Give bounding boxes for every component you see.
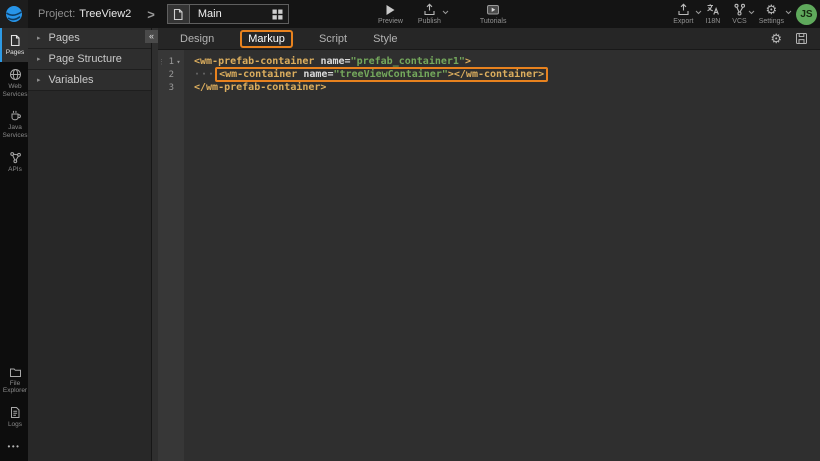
- markup-code-editor[interactable]: ⋮ 1 ▾ 2 3 <wm-prefab-container name="pre…: [158, 50, 820, 461]
- breadcrumb-chevron-icon: >: [147, 7, 155, 22]
- rail-item-web-services[interactable]: Web Services: [0, 62, 28, 104]
- preview-label: Preview: [378, 18, 403, 25]
- upload-icon: [423, 3, 436, 16]
- export-button[interactable]: Export: [673, 3, 693, 25]
- page-file-icon: [168, 5, 190, 23]
- gutter-line: 3: [158, 81, 184, 94]
- tutorials-button[interactable]: Tutorials: [480, 3, 507, 25]
- code-highlight-annotation: <wm-container name="treeViewContainer"><…: [215, 67, 548, 82]
- markup-highlight-annotation: Markup: [240, 30, 293, 48]
- publish-label: Publish: [418, 18, 441, 25]
- rail-item-file-explorer[interactable]: File Explorer: [0, 360, 28, 401]
- user-avatar[interactable]: JS: [796, 4, 817, 25]
- panel-section-label: Pages: [49, 32, 80, 44]
- vcs-button[interactable]: VCS: [732, 3, 746, 25]
- rail-label: Pages: [2, 49, 28, 57]
- save-icon[interactable]: [795, 32, 808, 45]
- rail-item-logs[interactable]: Logs: [0, 400, 28, 434]
- chevron-down-icon: [695, 10, 702, 15]
- panel-section-variables[interactable]: ▸ Variables: [28, 70, 151, 91]
- editor-gutter: ⋮ 1 ▾ 2 3: [158, 50, 184, 461]
- preview-button[interactable]: Preview: [378, 4, 403, 25]
- gear-icon: ⚙: [766, 3, 778, 16]
- open-page-tab-main[interactable]: Main: [167, 4, 289, 24]
- tutorials-label: Tutorials: [480, 18, 507, 25]
- publish-button[interactable]: Publish: [418, 3, 441, 25]
- line-number: 1: [165, 57, 174, 67]
- topbar-center-actions: Preview Publish Tutorials: [378, 0, 506, 28]
- rail-item-pages[interactable]: Pages: [0, 28, 28, 62]
- rail-label: File Explorer: [2, 380, 28, 396]
- page-tab-label: Main: [190, 8, 272, 20]
- markup-settings-gear-icon[interactable]: ⚙: [770, 32, 782, 45]
- chevron-down-icon: [785, 10, 792, 15]
- project-breadcrumb: Project: TreeView2: [38, 8, 131, 20]
- editor-region: Design Markup Script Style ⚙ ⋮ 1 ▾: [158, 28, 820, 461]
- rail-label: Logs: [2, 421, 28, 429]
- panel-section-label: Variables: [49, 74, 94, 86]
- rail-item-java-services[interactable]: Java Services: [0, 103, 28, 145]
- expand-triangle-icon: ▸: [37, 34, 41, 42]
- panel-section-page-structure[interactable]: ▸ Page Structure: [28, 49, 151, 70]
- gutter-marker-icon: ⋮: [158, 58, 165, 66]
- logs-document-icon: [9, 406, 21, 419]
- export-icon: [677, 3, 690, 16]
- topbar-right-actions: Export I18N VCS ⚙: [673, 0, 817, 28]
- left-rail: Pages Web Services Java Services APIs: [0, 28, 28, 461]
- top-bar: Project: TreeView2 > Main: [0, 0, 820, 28]
- fold-arrow-icon[interactable]: ▾: [174, 58, 183, 66]
- project-name: TreeView2: [79, 8, 131, 20]
- tab-script[interactable]: Script: [319, 33, 347, 45]
- expand-triangle-icon: ▸: [37, 55, 41, 63]
- indent-whitespace-dots: ···: [194, 69, 215, 80]
- code-line-3: </wm-prefab-container>: [194, 81, 820, 94]
- pages-panel: ▸ Pages ▸ Page Structure ▸ Variables: [28, 28, 152, 461]
- line-number: 3: [165, 83, 174, 93]
- chevron-down-icon: [748, 10, 755, 15]
- tab-design[interactable]: Design: [180, 33, 214, 45]
- rail-label: Java Services: [2, 124, 28, 140]
- rail-label: APIs: [2, 166, 28, 174]
- chevron-down-icon: [442, 10, 449, 15]
- panel-section-label: Page Structure: [49, 53, 122, 65]
- settings-label: Settings: [759, 18, 784, 25]
- gutter-line: 2: [158, 68, 184, 81]
- line-number: 2: [165, 70, 174, 80]
- translate-icon: [706, 3, 720, 16]
- panel-collapse-button[interactable]: «: [145, 30, 158, 43]
- editor-tabbar: Design Markup Script Style ⚙: [158, 28, 820, 50]
- play-icon: [385, 4, 396, 16]
- pages-grid-icon[interactable]: [272, 9, 283, 20]
- project-label: Project:: [38, 8, 75, 20]
- vcs-label: VCS: [732, 18, 746, 25]
- tab-style[interactable]: Style: [373, 33, 397, 45]
- tabbar-actions: ⚙: [770, 32, 808, 45]
- branch-icon: [733, 3, 746, 16]
- code-line-2: ···<wm-container name="treeViewContainer…: [194, 68, 820, 81]
- rail-item-apis[interactable]: APIs: [0, 145, 28, 179]
- i18n-button[interactable]: I18N: [706, 3, 721, 25]
- api-connector-icon: [9, 151, 22, 164]
- coffee-cup-icon: [9, 109, 22, 122]
- globe-icon: [9, 68, 22, 81]
- settings-button[interactable]: ⚙ Settings: [759, 3, 784, 25]
- video-icon: [486, 3, 500, 16]
- pages-icon: [9, 34, 21, 47]
- rail-spacer: [0, 179, 28, 360]
- rail-label: Web Services: [2, 83, 28, 99]
- wavemaker-studio: Project: TreeView2 > Main: [0, 0, 820, 461]
- wavemaker-logo[interactable]: [0, 0, 28, 28]
- folder-icon: [9, 366, 22, 378]
- rail-more-button[interactable]: •••: [0, 434, 28, 461]
- panel-section-pages[interactable]: ▸ Pages: [28, 28, 151, 49]
- expand-triangle-icon: ▸: [37, 76, 41, 84]
- gutter-line: ⋮ 1 ▾: [158, 55, 184, 68]
- export-label: Export: [673, 18, 693, 25]
- wavemaker-logo-icon: [5, 5, 23, 23]
- tab-markup[interactable]: Markup: [240, 30, 293, 48]
- i18n-label: I18N: [706, 18, 721, 25]
- code-area[interactable]: <wm-prefab-container name="prefab_contai…: [184, 50, 820, 461]
